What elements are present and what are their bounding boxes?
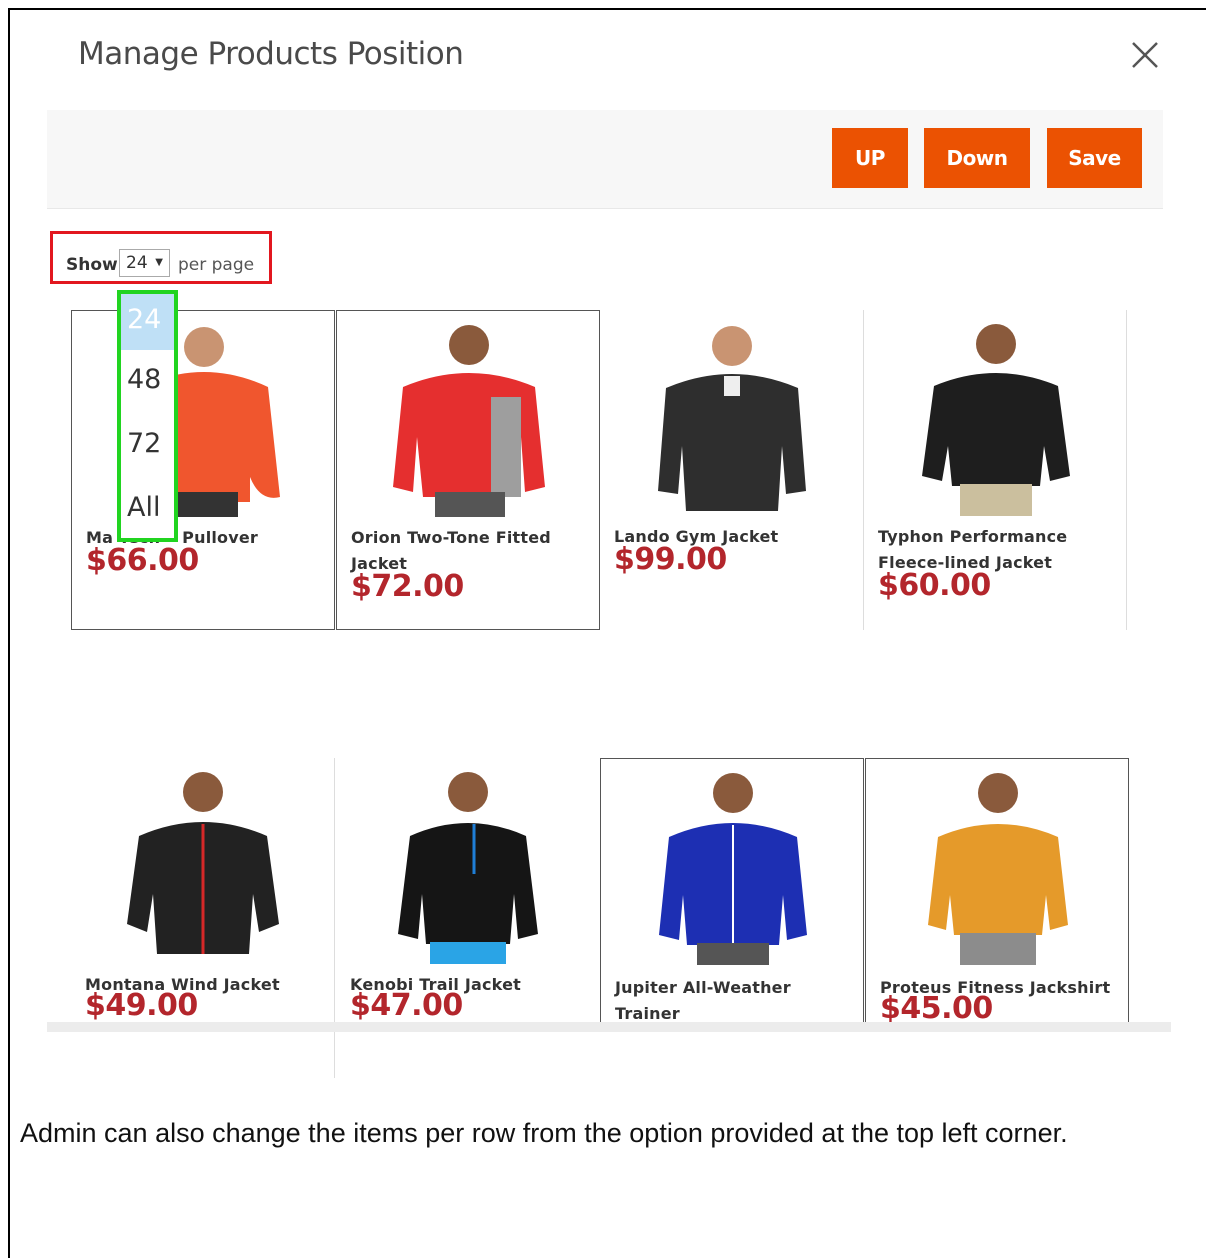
product-price: $66.00 [86,543,199,578]
product-image [658,326,806,511]
product-price: $72.00 [351,569,464,604]
product-price: $45.00 [880,991,993,1026]
product-card[interactable]: Ma Tech™ Pullover $66.00 [71,310,335,630]
limiter-show-label: Show [66,255,118,275]
limiter-per-page-label: per page [178,255,255,275]
save-button[interactable]: Save [1047,128,1142,188]
up-button[interactable]: UP [832,128,908,188]
modal-title: Manage Products Position [78,36,464,72]
product-card[interactable]: Typhon Performance Fleece-lined Jacket $… [863,310,1127,630]
product-image [922,324,1070,516]
product-price: $60.00 [878,568,991,603]
down-button[interactable]: Down [924,128,1030,188]
per-page-select-value: 24 [126,253,148,273]
product-price: $99.00 [614,542,727,577]
per-page-option[interactable]: 48 [121,354,174,410]
per-page-dropdown[interactable]: 24 48 72 All [117,290,178,542]
per-page-option[interactable]: 72 [121,418,174,474]
per-page-option[interactable]: 24 [121,294,174,350]
product-price: $47.00 [350,988,463,1023]
product-grid: Ma Tech™ Pullover $66.00 Orion Two-Tone … [47,300,1171,1078]
product-image [127,772,279,954]
product-name: Jupiter All-Weather Trainer [615,978,791,1023]
grid-bottom-scrollbar[interactable] [47,1022,1171,1032]
product-image [659,773,807,965]
modal-toolbar: UP Down Save [47,110,1163,209]
product-card[interactable]: Lando Gym Jacket $99.00 [600,310,864,630]
product-image [393,325,545,517]
product-image [928,773,1068,965]
per-page-option[interactable]: All [121,482,174,538]
product-price: $49.00 [85,988,198,1023]
product-card[interactable]: Orion Two-Tone Fitted Jacket $72.00 [336,310,600,630]
product-image [398,772,538,964]
close-icon[interactable] [1128,38,1162,72]
product-card[interactable]: Proteus Fitness Jackshirt $45.00 [865,758,1129,1028]
caption-text: Admin can also change the items per row … [20,1118,1068,1148]
dropdown-arrow-icon: ▼ [155,257,163,268]
per-page-select[interactable]: 24 ▼ [119,249,170,277]
product-card[interactable]: Jupiter All-Weather Trainer [600,758,864,1028]
